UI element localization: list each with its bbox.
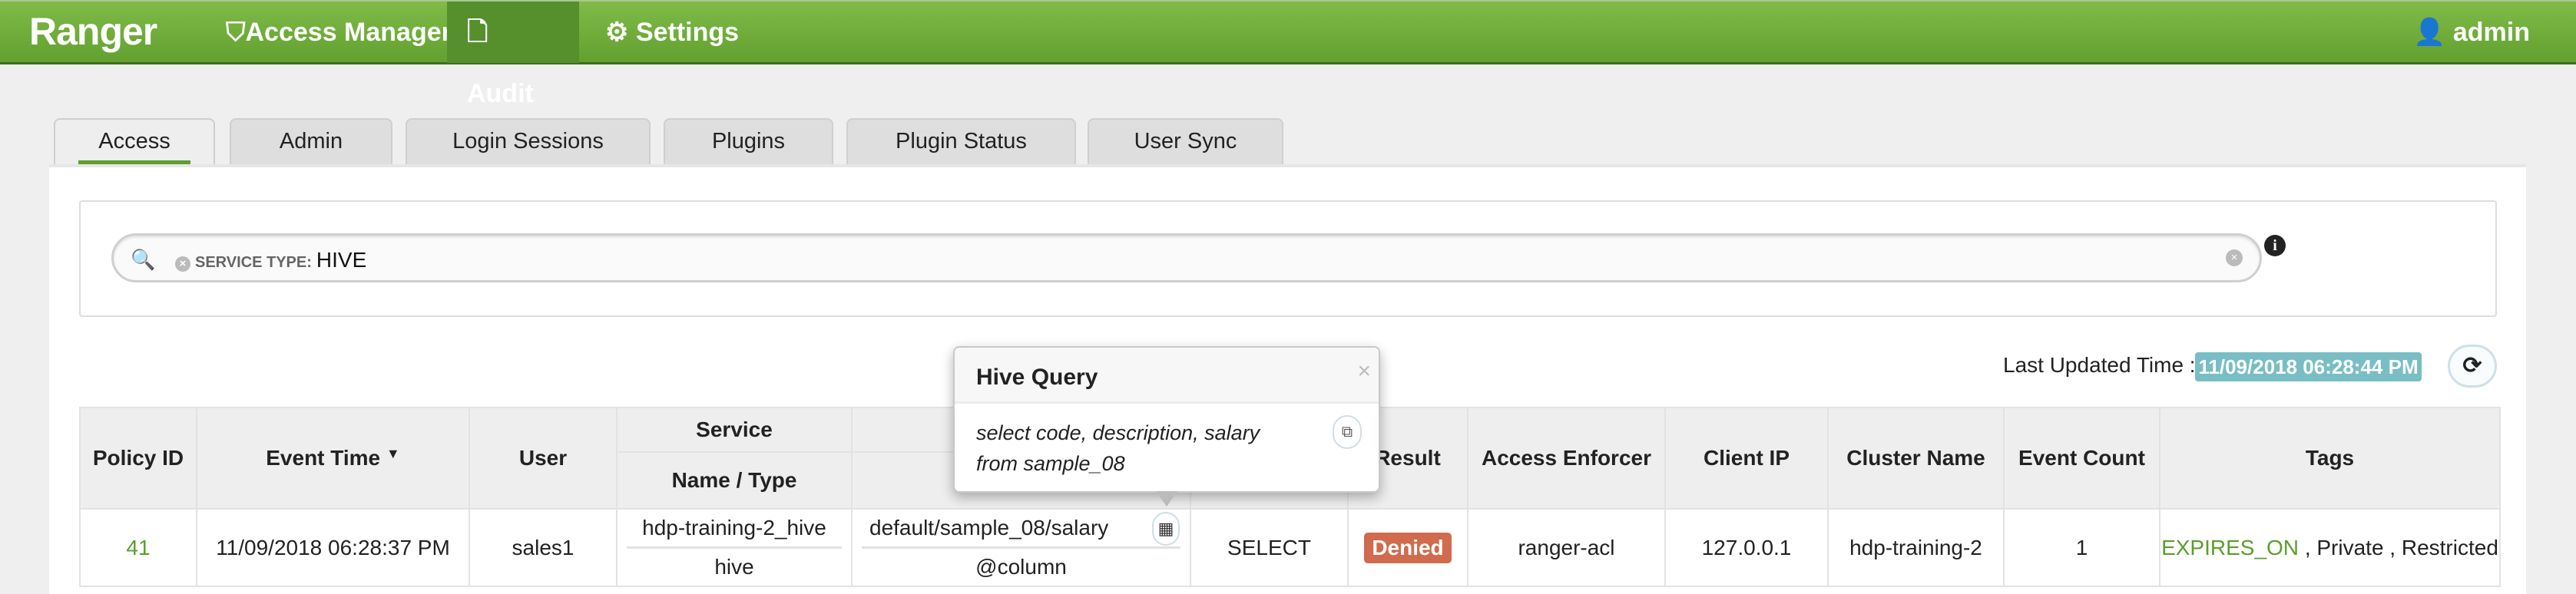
table-row: 41 11/09/2018 06:28:37 PM sales1 hdp-tra… bbox=[79, 508, 2501, 587]
tag: , Private bbox=[2304, 535, 2384, 559]
cluster-name: hdp-training-2 bbox=[1827, 508, 2005, 587]
tag: , Restricted bbox=[2389, 535, 2498, 559]
info-icon[interactable]: i bbox=[2264, 235, 2286, 256]
header-client-ip: Client IP bbox=[1664, 407, 1829, 510]
nav-settings[interactable]: ⚙ Settings bbox=[585, 2, 759, 63]
hive-query-text: select code, description, salary from sa… bbox=[976, 421, 1260, 475]
tab-plugins[interactable]: Plugins bbox=[664, 118, 833, 164]
resource-name: default/sample_08/salary bbox=[869, 516, 1109, 540]
refresh-button[interactable]: ⟳ bbox=[2448, 345, 2497, 388]
search-input[interactable]: 🔍 × SERVICE TYPE: HIVE × bbox=[111, 233, 2262, 282]
popover-arrow bbox=[1156, 491, 1177, 507]
event-count: 1 bbox=[2003, 508, 2160, 587]
resource-type: @column bbox=[862, 546, 1180, 586]
service-name: hdp-training-2_hive bbox=[642, 516, 826, 540]
header-service-name-type: Name / Type bbox=[616, 451, 853, 510]
sort-desc-icon: ▼ bbox=[386, 446, 400, 461]
header-event-count: Event Count bbox=[2003, 407, 2160, 510]
remove-facet-icon[interactable]: × bbox=[175, 256, 190, 272]
tab-plugin-status[interactable]: Plugin Status bbox=[846, 118, 1076, 164]
gear-icon: ⚙ bbox=[605, 18, 636, 47]
popover-title: Hive Query bbox=[955, 348, 1379, 404]
policy-id-link[interactable]: 41 bbox=[79, 508, 197, 587]
user-icon: 👤 bbox=[2413, 18, 2453, 47]
event-time: 11/09/2018 06:28:37 PM bbox=[196, 508, 470, 587]
access-type: SELECT bbox=[1190, 508, 1349, 587]
copy-button[interactable]: ⧉ bbox=[1333, 415, 1362, 449]
tab-access[interactable]: Access bbox=[54, 118, 215, 164]
brand-logo[interactable]: Ranger bbox=[29, 9, 157, 54]
header-cluster-name: Cluster Name bbox=[1827, 407, 2005, 510]
client-ip: 127.0.0.1 bbox=[1664, 508, 1829, 587]
header-service: Service bbox=[616, 407, 853, 453]
header-event-time[interactable]: Event Time ▼ bbox=[196, 407, 470, 510]
tab-login-sessions[interactable]: Login Sessions bbox=[406, 118, 651, 164]
header-user: User bbox=[469, 407, 618, 510]
nav-access-manager[interactable]: ⛉Access Manager bbox=[206, 2, 472, 63]
last-updated-label: Last Updated Time : bbox=[2003, 353, 2196, 377]
table-icon: ▦ bbox=[1157, 519, 1174, 538]
hive-query-popover: Hive Query × select code, description, s… bbox=[953, 346, 1380, 507]
clear-search-icon[interactable]: × bbox=[2226, 249, 2243, 266]
last-updated-badge: 11/09/2018 06:28:44 PM bbox=[2195, 352, 2422, 381]
query-info-button[interactable]: ▦ bbox=[1152, 512, 1180, 546]
header-access-enforcer: Access Enforcer bbox=[1467, 407, 1666, 510]
nav-audit[interactable]: 🗋 Audit bbox=[447, 2, 579, 108]
shield-icon: ⛉ bbox=[226, 18, 246, 47]
user: sales1 bbox=[469, 508, 618, 587]
close-icon[interactable]: × bbox=[1357, 358, 1371, 384]
access-enforcer: ranger-acl bbox=[1467, 508, 1666, 587]
refresh-icon: ⟳ bbox=[2462, 353, 2482, 378]
file-icon: 🗋 bbox=[467, 18, 488, 47]
top-navbar: Ranger ⛉Access Manager 🗋 Audit ⚙ Setting… bbox=[0, 0, 2576, 108]
search-icon: 🔍 bbox=[131, 248, 156, 271]
user-menu[interactable]: 👤 admin bbox=[2413, 2, 2530, 63]
result-badge: Denied bbox=[1364, 532, 1452, 563]
service-type: hive bbox=[627, 546, 842, 586]
tab-admin[interactable]: Admin bbox=[230, 118, 392, 164]
search-facet[interactable]: × SERVICE TYPE: HIVE bbox=[175, 248, 366, 272]
header-policy-id: Policy ID bbox=[79, 407, 197, 510]
tag-link[interactable]: EXPIRES_ON bbox=[2161, 536, 2299, 559]
tags: EXPIRES_ON , Private , Restricted bbox=[2159, 508, 2501, 587]
copy-icon: ⧉ bbox=[1341, 424, 1353, 441]
tab-user-sync[interactable]: User Sync bbox=[1088, 118, 1283, 164]
header-tags: Tags bbox=[2159, 407, 2501, 510]
